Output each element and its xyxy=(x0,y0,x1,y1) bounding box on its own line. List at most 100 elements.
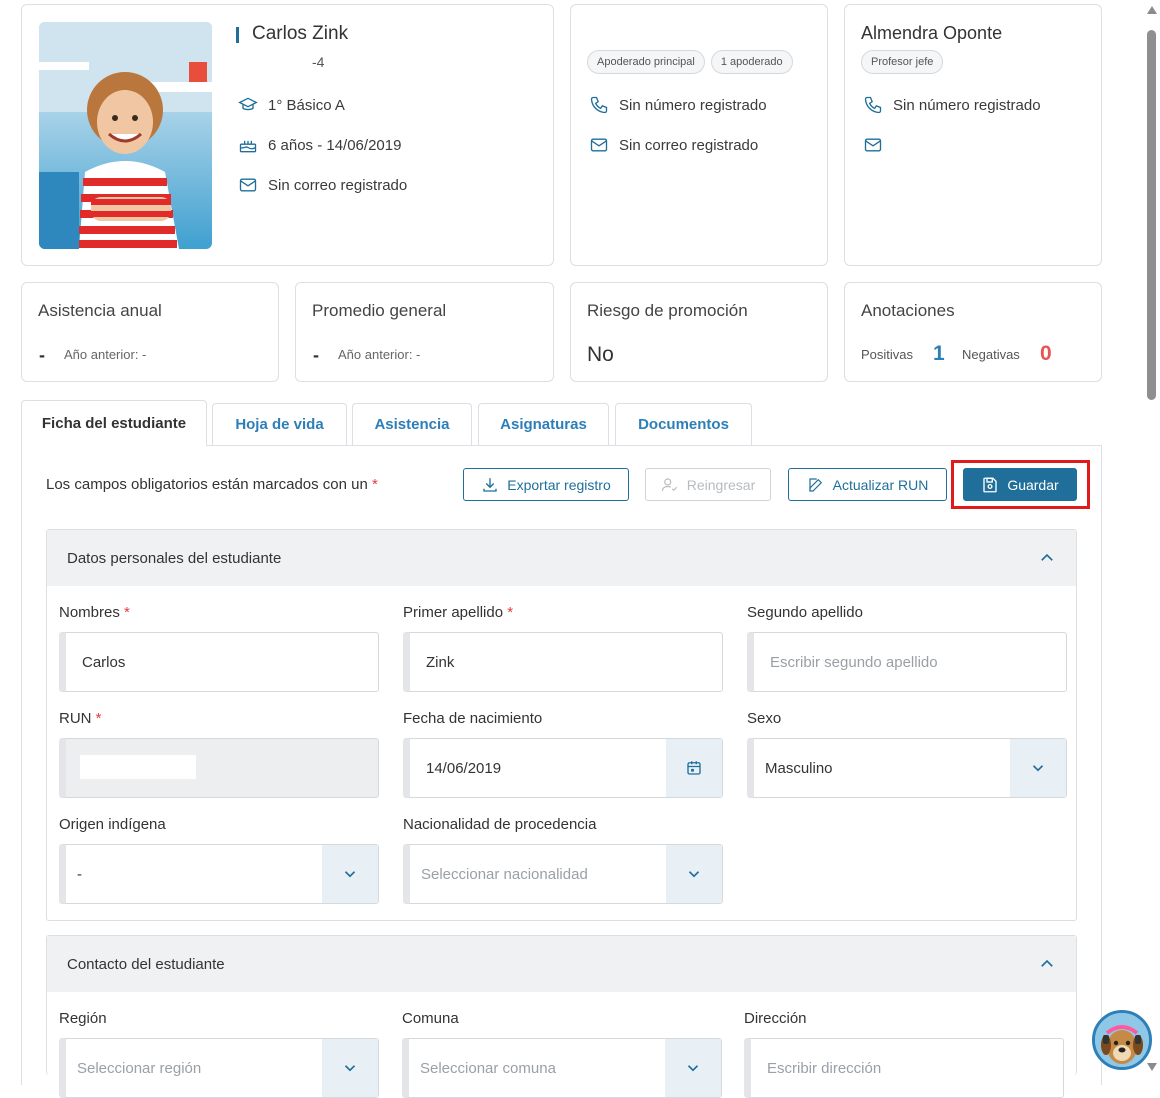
scroll-up-arrow-icon[interactable] xyxy=(1147,6,1157,14)
average-prev: Año anterior: - xyxy=(338,347,421,362)
attendance-prev: Año anterior: - xyxy=(64,347,147,362)
tab-asistencia[interactable]: Asistencia xyxy=(352,403,472,445)
update-run-label: Actualizar RUN xyxy=(832,476,929,493)
save-label: Guardar xyxy=(1007,476,1059,493)
average-value: - xyxy=(313,345,319,365)
region-label: Región xyxy=(59,1010,107,1027)
primer-apellido-field[interactable]: Zink xyxy=(403,632,723,692)
nombres-label-text: Nombres xyxy=(59,604,120,621)
segundo-apellido-placeholder: Escribir segundo apellido xyxy=(770,653,938,671)
name-accent-bar xyxy=(236,27,239,43)
fecha-nacimiento-label: Fecha de nacimiento xyxy=(403,710,543,727)
origen-indigena-select[interactable]: - xyxy=(59,844,379,904)
risk-value: No xyxy=(587,343,614,366)
required-note: Los campos obligatorios están marcados c… xyxy=(46,476,378,493)
origen-dropdown-toggle[interactable] xyxy=(322,845,378,903)
guardian-phone-row: Sin número registrado xyxy=(589,95,767,115)
student-photo xyxy=(39,22,212,249)
dog-avatar-icon xyxy=(1095,1013,1149,1067)
chevron-up-icon[interactable] xyxy=(1038,955,1056,973)
guardian-chips: Apoderado principal 1 apoderado xyxy=(587,50,799,74)
sexo-dropdown-toggle[interactable] xyxy=(1010,739,1066,797)
reenter-button[interactable]: Reingresar xyxy=(645,468,771,501)
direccion-label: Dirección xyxy=(744,1010,807,1027)
download-icon xyxy=(483,477,497,492)
region-select[interactable]: Seleccionar región xyxy=(59,1038,379,1098)
sexo-label: Sexo xyxy=(747,710,782,727)
teacher-chips: Profesor jefe xyxy=(861,50,949,74)
chevron-down-icon xyxy=(1032,765,1044,772)
guardian-email-row: Sin correo registrado xyxy=(589,135,758,155)
attendance-value: - xyxy=(39,345,45,365)
scrollbar-thumb[interactable] xyxy=(1147,30,1156,400)
guardian-chip-count: 1 apoderado xyxy=(710,50,793,74)
comuna-dropdown-toggle[interactable] xyxy=(665,1039,721,1097)
chevron-up-icon[interactable] xyxy=(1038,549,1056,567)
nombres-field[interactable]: Carlos xyxy=(59,632,379,692)
region-placeholder: Seleccionar región xyxy=(77,1059,202,1077)
comuna-select[interactable]: Seleccionar comuna xyxy=(402,1038,722,1098)
contact-title: Contacto del estudiante xyxy=(67,955,225,973)
tab-documentos[interactable]: Documentos xyxy=(615,403,752,445)
mail-icon xyxy=(864,138,882,152)
comuna-label: Comuna xyxy=(402,1010,459,1027)
sexo-select[interactable]: Masculino xyxy=(747,738,1067,798)
direccion-field[interactable]: Escribir dirección xyxy=(744,1038,1064,1098)
notes-negative-label: Negativas xyxy=(962,347,1020,362)
mail-icon xyxy=(239,178,257,192)
comuna-placeholder: Seleccionar comuna xyxy=(420,1059,556,1077)
primer-apellido-label-text: Primer apellido xyxy=(403,604,504,621)
primer-apellido-value: Zink xyxy=(426,653,455,671)
cake-icon xyxy=(239,140,257,153)
chevron-down-icon xyxy=(687,1065,699,1072)
scroll-down-arrow-icon[interactable] xyxy=(1147,1063,1157,1071)
update-run-button[interactable]: Actualizar RUN xyxy=(788,468,947,501)
run-redacted-block xyxy=(80,755,196,779)
reenter-label: Reingresar xyxy=(686,476,756,493)
nacionalidad-label: Nacionalidad de procedencia xyxy=(403,816,597,833)
nacionalidad-dropdown-toggle[interactable] xyxy=(666,845,722,903)
required-mark: * xyxy=(372,476,378,493)
guardian-phone: Sin número registrado xyxy=(619,96,767,114)
export-record-label: Exportar registro xyxy=(507,476,611,493)
fecha-nacimiento-field[interactable]: 14/06/2019 xyxy=(403,738,723,798)
nombres-value: Carlos xyxy=(82,653,126,671)
student-age-row: 6 años - 14/06/2019 xyxy=(238,135,401,155)
tab-ficha-estudiante[interactable]: Ficha del estudiante xyxy=(21,400,207,446)
tab-hoja-de-vida[interactable]: Hoja de vida xyxy=(212,403,347,445)
required-mark: * xyxy=(95,710,102,727)
phone-icon xyxy=(590,96,608,114)
save-button[interactable]: Guardar xyxy=(963,468,1077,501)
user-check-icon xyxy=(661,477,677,491)
teacher-name: Almendra Oponte xyxy=(861,23,1003,43)
sexo-value: Masculino xyxy=(765,759,833,777)
notes-title: Anotaciones xyxy=(861,301,955,320)
contact-header[interactable]: Contacto del estudiante xyxy=(47,936,1076,992)
phone-icon xyxy=(864,96,882,114)
mail-icon xyxy=(590,138,608,152)
personal-data-header[interactable]: Datos personales del estudiante xyxy=(47,530,1076,586)
notes-positive-count: 1 xyxy=(933,342,945,365)
export-record-button[interactable]: Exportar registro xyxy=(463,468,629,501)
edit-icon xyxy=(809,477,822,492)
scrollbar-track[interactable] xyxy=(1144,0,1160,1075)
chevron-down-icon xyxy=(344,871,356,878)
segundo-apellido-field[interactable]: Escribir segundo apellido xyxy=(747,632,1067,692)
graduation-cap-icon xyxy=(238,97,258,111)
calendar-icon xyxy=(687,761,701,775)
student-course: 1° Básico A xyxy=(268,96,345,114)
nacionalidad-select[interactable]: Seleccionar nacionalidad xyxy=(403,844,723,904)
notes-card: Anotaciones Positivas 1 Negativas 0 xyxy=(844,282,1102,382)
student-email: Sin correo registrado xyxy=(268,176,408,194)
assistant-avatar-button[interactable] xyxy=(1092,1010,1152,1070)
student-card: Carlos Zink -4 1° Básico A 6 años - 14/0… xyxy=(21,4,554,266)
guardian-chip-principal: Apoderado principal xyxy=(587,50,705,74)
personal-data-title: Datos personales del estudiante xyxy=(67,549,282,567)
floppy-disk-icon xyxy=(983,477,997,492)
region-dropdown-toggle[interactable] xyxy=(322,1039,378,1097)
chevron-down-icon xyxy=(344,1065,356,1072)
segundo-apellido-label: Segundo apellido xyxy=(747,604,863,621)
calendar-button[interactable] xyxy=(666,739,722,797)
tab-asignaturas[interactable]: Asignaturas xyxy=(478,403,609,445)
teacher-chip-role: Profesor jefe xyxy=(861,50,944,74)
